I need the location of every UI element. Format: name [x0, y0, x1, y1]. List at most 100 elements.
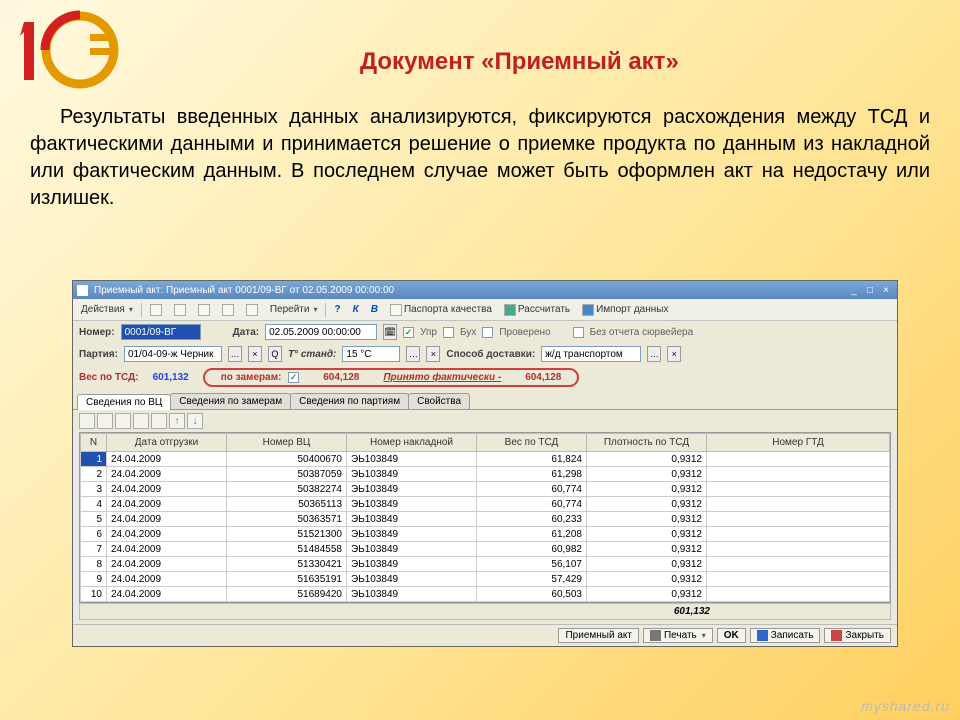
table-row[interactable]: 424.04.200950365113ЭЬ10384960,7740,9312 — [81, 497, 890, 512]
cell-vc[interactable]: 51689420 — [227, 587, 347, 602]
cell-n[interactable]: 10 — [81, 587, 107, 602]
cell-vc[interactable]: 50363571 — [227, 512, 347, 527]
cell-density[interactable]: 0,9312 — [587, 557, 707, 572]
tab-measurements[interactable]: Сведения по замерам — [170, 393, 291, 409]
cell-gtd[interactable] — [707, 527, 890, 542]
cell-date[interactable]: 24.04.2009 — [107, 482, 227, 497]
cell-vc[interactable]: 50382274 — [227, 482, 347, 497]
cell-date[interactable]: 24.04.2009 — [107, 527, 227, 542]
maximize-button[interactable]: □ — [863, 284, 877, 296]
cell-n[interactable]: 5 — [81, 512, 107, 527]
cell-weight[interactable]: 57,429 — [477, 572, 587, 587]
party-open-button[interactable]: Q — [268, 346, 282, 362]
col-invoice[interactable]: Номер накладной — [347, 434, 477, 452]
recalculate-button[interactable]: Рассчитать — [500, 302, 574, 318]
row-up-button[interactable]: ↑ — [169, 413, 185, 429]
import-data-button[interactable]: Импорт данных — [578, 302, 672, 318]
cell-vc[interactable]: 51330421 — [227, 557, 347, 572]
row-edit-button[interactable] — [151, 413, 167, 429]
col-date[interactable]: Дата отгрузки — [107, 434, 227, 452]
structure-button[interactable] — [242, 302, 262, 318]
cell-date[interactable]: 24.04.2009 — [107, 587, 227, 602]
cell-n[interactable]: 6 — [81, 527, 107, 542]
cell-invoice[interactable]: ЭЬ103849 — [347, 527, 477, 542]
goto-menu[interactable]: Перейти — [266, 302, 322, 318]
row-add-button[interactable] — [79, 413, 95, 429]
row-down-button[interactable]: ↓ — [187, 413, 203, 429]
copy-button[interactable] — [218, 302, 238, 318]
cell-weight[interactable]: 61,298 — [477, 467, 587, 482]
table-row[interactable]: 924.04.200951635191ЭЬ10384957,4290,9312 — [81, 572, 890, 587]
tab-parties[interactable]: Сведения по партиям — [290, 393, 409, 409]
tstand-clear-button[interactable]: × — [426, 346, 440, 362]
col-gtd[interactable]: Номер ГТД — [707, 434, 890, 452]
cell-gtd[interactable] — [707, 572, 890, 587]
table-row[interactable]: 824.04.200951330421ЭЬ10384956,1070,9312 — [81, 557, 890, 572]
tstand-input[interactable]: 15 °C — [342, 346, 400, 362]
table-row[interactable]: 124.04.200950400670ЭЬ10384961,8240,9312 — [81, 452, 890, 467]
date-picker-button[interactable]: 🗓 — [383, 324, 397, 340]
cell-gtd[interactable] — [707, 452, 890, 467]
cell-weight[interactable]: 61,208 — [477, 527, 587, 542]
cell-date[interactable]: 24.04.2009 — [107, 497, 227, 512]
cell-density[interactable]: 0,9312 — [587, 497, 707, 512]
cell-weight[interactable]: 60,233 — [477, 512, 587, 527]
actions-menu[interactable]: Действия — [77, 302, 137, 318]
cell-gtd[interactable] — [707, 482, 890, 497]
quality-passports-button[interactable]: Паспорта качества — [386, 302, 496, 318]
cell-date[interactable]: 24.04.2009 — [107, 572, 227, 587]
cell-gtd[interactable] — [707, 587, 890, 602]
table-row[interactable]: 324.04.200950382274ЭЬ10384960,7740,9312 — [81, 482, 890, 497]
cell-invoice[interactable]: ЭЬ103849 — [347, 497, 477, 512]
cell-date[interactable]: 24.04.2009 — [107, 512, 227, 527]
cell-density[interactable]: 0,9312 — [587, 527, 707, 542]
cell-vc[interactable]: 50400670 — [227, 452, 347, 467]
col-weight[interactable]: Вес по ТСД — [477, 434, 587, 452]
col-n[interactable]: N — [81, 434, 107, 452]
delivery-select-button[interactable]: … — [647, 346, 661, 362]
bukh-checkbox[interactable] — [443, 327, 454, 338]
table-row[interactable]: 1024.04.200951689420ЭЬ10384960,5030,9312 — [81, 587, 890, 602]
ok-button[interactable]: OK — [717, 628, 746, 643]
table-row[interactable]: 624.04.200951521300ЭЬ10384961,2080,9312 — [81, 527, 890, 542]
cell-invoice[interactable]: ЭЬ103849 — [347, 557, 477, 572]
tstand-select-button[interactable]: … — [406, 346, 420, 362]
cell-n[interactable]: 8 — [81, 557, 107, 572]
cell-vc[interactable]: 51635191 — [227, 572, 347, 587]
cell-weight[interactable]: 60,982 — [477, 542, 587, 557]
delivery-input[interactable]: ж/д транспортом — [541, 346, 641, 362]
cell-n[interactable]: 3 — [81, 482, 107, 497]
row-insert-button[interactable] — [97, 413, 113, 429]
party-input[interactable]: 01/04-09-ж Черник — [124, 346, 222, 362]
cell-date[interactable]: 24.04.2009 — [107, 467, 227, 482]
cell-weight[interactable]: 60,503 — [477, 587, 587, 602]
table-row[interactable]: 224.04.200950387059ЭЬ10384961,2980,9312 — [81, 467, 890, 482]
cell-density[interactable]: 0,9312 — [587, 542, 707, 557]
nav-next-button[interactable] — [194, 302, 214, 318]
cell-date[interactable]: 24.04.2009 — [107, 542, 227, 557]
cell-invoice[interactable]: ЭЬ103849 — [347, 467, 477, 482]
cell-density[interactable]: 0,9312 — [587, 572, 707, 587]
party-select-button[interactable]: … — [228, 346, 242, 362]
delivery-clear-button[interactable]: × — [667, 346, 681, 362]
cell-vc[interactable]: 50365113 — [227, 497, 347, 512]
party-clear-button[interactable]: × — [248, 346, 262, 362]
table-row[interactable]: 724.04.200951484558ЭЬ10384960,9820,9312 — [81, 542, 890, 557]
cell-density[interactable]: 0,9312 — [587, 482, 707, 497]
cell-date[interactable]: 24.04.2009 — [107, 557, 227, 572]
cell-weight[interactable]: 60,774 — [477, 482, 587, 497]
k-button[interactable]: К — [349, 302, 363, 318]
number-input[interactable]: 0001/09-ВГ — [121, 324, 201, 340]
cell-date[interactable]: 24.04.2009 — [107, 452, 227, 467]
cell-n[interactable]: 4 — [81, 497, 107, 512]
cell-n[interactable]: 2 — [81, 467, 107, 482]
nav-prev-button[interactable] — [170, 302, 190, 318]
v-button[interactable]: В — [367, 302, 382, 318]
row-delete-button[interactable] — [133, 413, 149, 429]
close-button[interactable]: × — [879, 284, 893, 296]
cell-density[interactable]: 0,9312 — [587, 467, 707, 482]
cell-invoice[interactable]: ЭЬ103849 — [347, 482, 477, 497]
tab-properties[interactable]: Свойства — [408, 393, 470, 409]
cell-weight[interactable]: 60,774 — [477, 497, 587, 512]
cell-gtd[interactable] — [707, 542, 890, 557]
